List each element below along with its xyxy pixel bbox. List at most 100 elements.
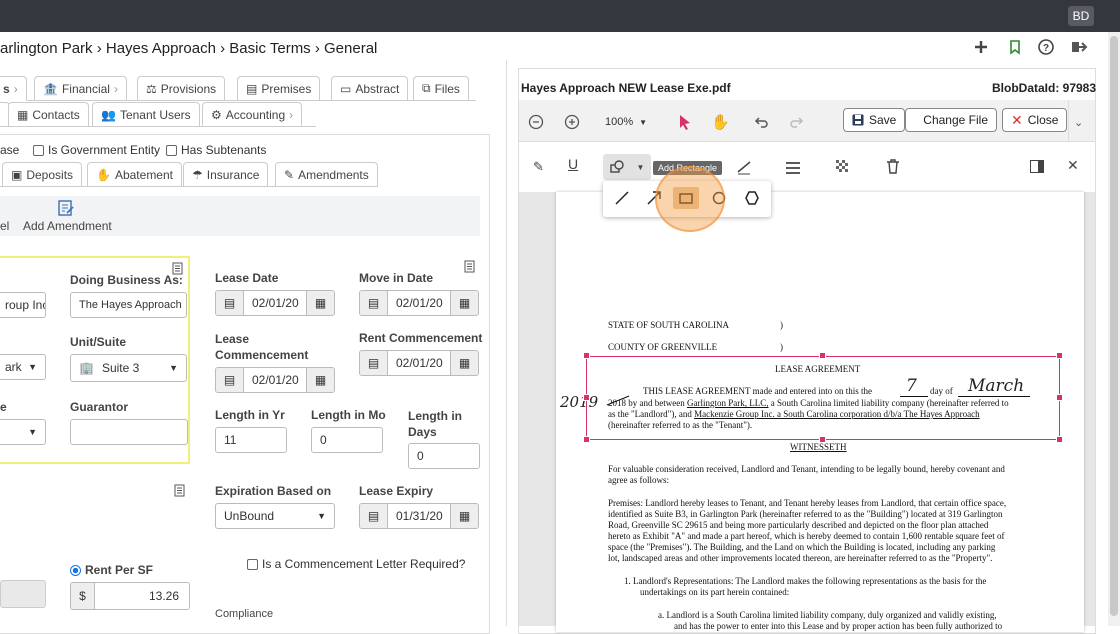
resize-handle[interactable] <box>1056 394 1063 401</box>
resize-handle[interactable] <box>819 352 826 359</box>
doc-a1: a. Landlord is a South Carolina limited … <box>658 610 997 620</box>
user-avatar[interactable]: BD <box>1068 6 1094 26</box>
bookmark-icon[interactable] <box>1006 38 1024 56</box>
rent-commencement-field[interactable]: ▤ 02/01/20 ▦ <box>359 350 479 376</box>
sidebar-toggle-icon[interactable] <box>1030 160 1044 173</box>
doc-a2: and has the power to enter into this Lea… <box>674 621 1003 631</box>
resize-handle[interactable] <box>583 436 590 443</box>
resize-handle[interactable] <box>583 394 590 401</box>
help-icon[interactable]: ? <box>1037 38 1055 56</box>
tab-amendments[interactable]: ✎ Amendments <box>275 162 378 186</box>
calendar-icon[interactable]: ▦ <box>450 291 478 315</box>
line-tool-icon[interactable] <box>736 159 752 175</box>
select-pointer-icon[interactable] <box>678 114 692 130</box>
highlighter-icon[interactable]: ✎ <box>533 159 544 175</box>
top-bar <box>0 0 1120 32</box>
tab-abatement[interactable]: ✋ Abatement <box>87 162 182 186</box>
tab-contacts[interactable]: ▦ Contacts <box>8 102 89 126</box>
commencement-letter-checkbox[interactable]: Is a Commencement Letter Required? <box>247 557 465 571</box>
pan-hand-icon[interactable]: ✋ <box>711 113 730 131</box>
tab-financial[interactable]: 🏦 Financial › <box>34 76 127 100</box>
doc-r2: undertakings on its part herein containe… <box>640 587 790 597</box>
document-icon: ▤ <box>216 368 244 392</box>
tab-basic-terms[interactable]: s › <box>0 76 27 101</box>
resize-handle[interactable] <box>583 352 590 359</box>
resize-handle[interactable] <box>1056 436 1063 443</box>
document-icon[interactable] <box>174 484 185 497</box>
cancel-action[interactable]: el <box>0 219 9 233</box>
length-yr-input[interactable]: 11 <box>215 427 287 453</box>
plus-icon[interactable] <box>972 38 990 56</box>
length-yr-label: Length in Yr <box>215 408 285 422</box>
government-entity-checkbox[interactable]: Is Government Entity <box>33 143 160 157</box>
calendar-icon[interactable]: ▦ <box>306 368 334 392</box>
lease-commencement-field[interactable]: ▤ 02/01/20 ▦ <box>215 367 335 393</box>
line-weight-icon[interactable] <box>785 161 801 175</box>
doc-l5: space (the "Premises"). The Building, an… <box>608 542 996 552</box>
document-icon[interactable] <box>464 260 475 273</box>
rent-per-sf-radio[interactable]: Rent Per SF <box>70 563 153 577</box>
pdf-filename: Hayes Approach NEW Lease Exe.pdf <box>521 81 731 95</box>
scale-icon: ⚖ <box>146 81 157 96</box>
shapes-tool-button[interactable]: ▼ <box>603 154 651 180</box>
length-mo-input[interactable]: 0 <box>311 427 383 453</box>
chevron-down-icon[interactable]: ⌄ <box>1074 116 1083 129</box>
dba-input[interactable]: The Hayes Approach <box>70 292 187 318</box>
underline-icon[interactable]: U <box>568 156 578 172</box>
financial-icon: 🏦 <box>43 81 58 96</box>
tab-files[interactable]: ⧉ Files <box>413 76 469 100</box>
calendar-icon[interactable]: ▦ <box>450 351 478 375</box>
undo-icon[interactable] <box>753 114 769 130</box>
add-amendment-link[interactable]: Add Amendment <box>23 219 112 233</box>
floppy-icon <box>852 114 864 126</box>
expiration-select[interactable]: UnBound ▼ <box>215 503 335 529</box>
lease-expiry-field[interactable]: ▤ 01/31/20 ▦ <box>359 503 479 529</box>
tab-premises[interactable]: ▤ Premises <box>237 76 321 100</box>
rent-per-sf-field[interactable]: $ 13.26 <box>70 582 190 610</box>
logout-icon[interactable] <box>1070 38 1088 56</box>
change-file-button[interactable]: Change File <box>905 108 997 132</box>
doc-l1: Premises: Landlord hereby leases to Tena… <box>608 498 1007 508</box>
zoom-out-icon[interactable] <box>528 114 544 130</box>
type-select[interactable]: ▼ <box>0 419 46 445</box>
move-in-date-field[interactable]: ▤ 02/01/20 ▦ <box>359 290 479 316</box>
close-button[interactable]: ✕ Close <box>1002 108 1068 132</box>
line-shape-icon[interactable] <box>615 191 629 205</box>
expiration-label: Expiration Based on <box>215 484 332 498</box>
tab-tenant-users[interactable]: 👥 Tenant Users <box>92 102 200 126</box>
files-icon: ⧉ <box>422 81 431 95</box>
tenant-name-input[interactable]: roup Inc <box>0 292 46 318</box>
doc-p6: agree as follows: <box>608 475 669 485</box>
has-subtenants-checkbox[interactable]: Has Subtenants <box>166 143 266 157</box>
redo-icon[interactable] <box>789 114 805 130</box>
tab-provisions[interactable]: ⚖ Provisions <box>137 76 226 100</box>
zoom-select[interactable]: 100% ▼ <box>605 116 647 128</box>
length-days-input[interactable]: 0 <box>408 443 480 469</box>
zoom-in-icon[interactable] <box>564 114 580 130</box>
tab-abstract[interactable]: ▭ Abstract <box>331 76 409 100</box>
lease-date-field[interactable]: ▤ 02/01/20 ▦ <box>215 290 335 316</box>
doc-l6: lot, landscaped areas and other improvem… <box>608 553 993 563</box>
tab-insurance[interactable]: ☂ Insurance <box>183 162 269 186</box>
trash-icon[interactable] <box>886 159 900 174</box>
property-select[interactable]: ark ▼ <box>0 354 46 380</box>
tab-accounting[interactable]: ⚙ Accounting › <box>202 102 303 126</box>
document-icon: ▤ <box>216 291 244 315</box>
tab-deposits[interactable]: ▣ Deposits <box>2 162 83 186</box>
add-amendment-icon[interactable] <box>57 199 75 217</box>
page-scrollbar[interactable] <box>1108 32 1120 626</box>
unit-suite-select[interactable]: 🏢 Suite 3 ▼ <box>70 354 187 382</box>
abstract-icon: ▭ <box>340 81 352 96</box>
calendar-icon[interactable]: ▦ <box>450 504 478 528</box>
fill-pattern-icon[interactable] <box>836 160 850 174</box>
save-button[interactable]: Save <box>843 108 906 132</box>
calendar-icon[interactable]: ▦ <box>306 291 334 315</box>
close-toolbar-icon[interactable]: ✕ <box>1067 157 1079 174</box>
toolbar-divider <box>1068 100 1069 142</box>
pdf-page: STATE OF SOUTH CAROLINA ) COUNTY OF GREE… <box>556 192 1084 632</box>
guarantor-input[interactable] <box>70 419 188 445</box>
tab-row-line <box>0 126 316 127</box>
resize-handle[interactable] <box>1056 352 1063 359</box>
rectangle-annotation[interactable] <box>586 356 1060 440</box>
polygon-shape-icon[interactable] <box>745 191 759 205</box>
